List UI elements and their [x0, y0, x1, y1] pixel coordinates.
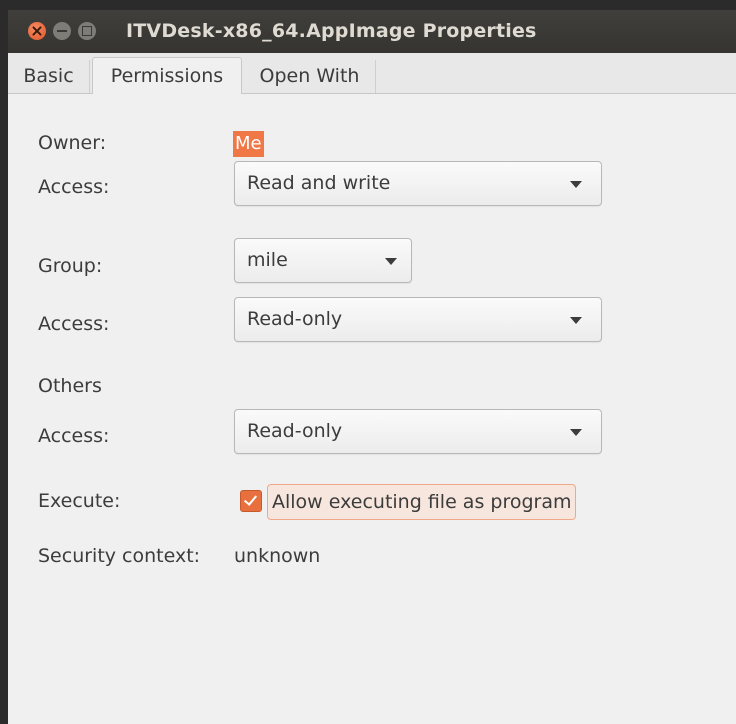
group-dropdown[interactable]: mile — [234, 238, 412, 283]
close-icon[interactable] — [28, 22, 46, 40]
group-access-label: Access: — [38, 313, 110, 335]
window-title: ITVDesk-x86_64.AppImage Properties — [126, 20, 537, 42]
tab-open-with[interactable]: Open With — [244, 60, 376, 93]
security-context-value: unknown — [234, 545, 321, 567]
group-access-value: Read-only — [247, 308, 343, 330]
owner-access-label: Access: — [38, 176, 110, 198]
owner-access-value: Read and write — [247, 172, 391, 194]
others-access-label: Access: — [38, 425, 110, 447]
execute-checkbox[interactable] — [240, 490, 262, 512]
group-access-dropdown[interactable]: Read-only — [234, 297, 602, 342]
owner-value: Me — [233, 131, 264, 157]
properties-window: ITVDesk-x86_64.AppImage Properties Basic… — [8, 10, 736, 724]
chevron-down-icon — [385, 258, 397, 265]
owner-label: Owner: — [38, 132, 107, 154]
title-bar[interactable]: ITVDesk-x86_64.AppImage Properties — [8, 10, 736, 53]
owner-access-dropdown[interactable]: Read and write — [234, 161, 602, 206]
execute-label: Execute: — [38, 490, 121, 512]
chevron-down-icon — [570, 181, 582, 188]
tab-bar: Basic Permissions Open With — [8, 53, 736, 94]
others-label: Others — [38, 375, 102, 397]
others-access-value: Read-only — [247, 420, 343, 442]
chevron-down-icon — [570, 317, 582, 324]
group-label: Group: — [38, 255, 103, 277]
tab-basic[interactable]: Basic — [8, 60, 90, 93]
chevron-down-icon — [570, 429, 582, 436]
others-access-dropdown[interactable]: Read-only — [234, 409, 602, 454]
execute-checkbox-label[interactable]: Allow executing file as program — [267, 484, 577, 520]
maximize-icon[interactable] — [78, 22, 96, 40]
group-value: mile — [247, 249, 288, 271]
minimize-icon[interactable] — [53, 22, 71, 40]
security-context-label: Security context: — [38, 545, 201, 567]
tab-permissions[interactable]: Permissions — [92, 57, 242, 94]
